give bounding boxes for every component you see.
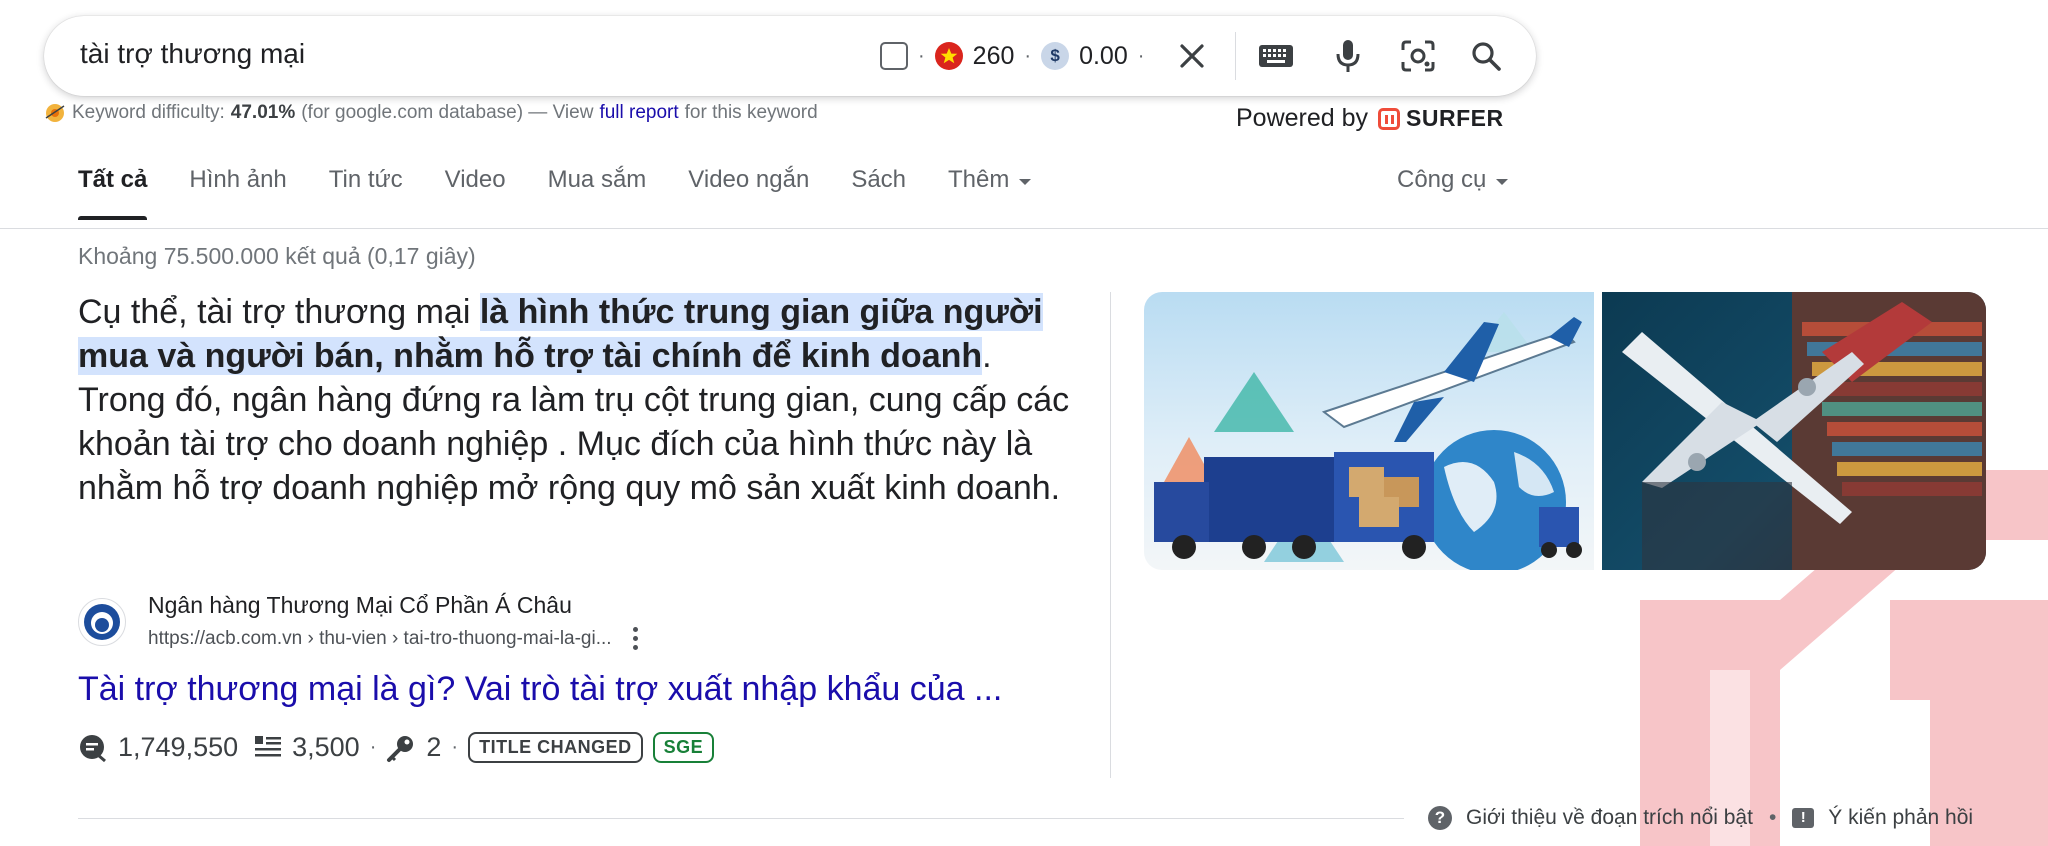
tab-label: Video <box>444 166 506 193</box>
search-tabs: Tất cả Hình ảnh Tin tức Video Mua sắm Vi… <box>78 166 1073 220</box>
powered-by-label: Powered by <box>1236 104 1369 132</box>
powered-by-surfer: Powered by SURFER <box>1236 104 1504 133</box>
tab-label: Video ngắn <box>688 166 810 193</box>
acb-favicon-icon <box>78 598 126 646</box>
kd-suffix: for this keyword <box>684 102 818 123</box>
surfer-logo[interactable]: SURFER <box>1378 105 1504 132</box>
kd-database: (for google.com database) — View <box>301 102 594 123</box>
tab-label: Tất cả <box>78 166 148 193</box>
vietnam-flag-icon <box>934 42 963 70</box>
kd-label: Keyword difficulty: <box>72 102 225 123</box>
source-url: https://acb.com.vn › thu-vien › tai-tro-… <box>148 627 612 649</box>
close-icon[interactable] <box>1170 34 1214 78</box>
more-options-icon[interactable] <box>632 627 640 650</box>
feedback-link[interactable]: Ý kiến phản hồi <box>1828 806 1973 830</box>
camera-lens-icon[interactable] <box>1396 34 1440 78</box>
traffic-icon <box>80 734 106 762</box>
keyword-metrics: · 260 · $ 0.00 · <box>880 34 1144 78</box>
bottom-divider <box>78 818 1404 819</box>
tab-news[interactable]: Tin tức <box>329 166 403 218</box>
tab-books[interactable]: Sách <box>851 166 906 218</box>
search-volume: 260 <box>972 41 1015 70</box>
caret-down-icon <box>1019 179 1032 185</box>
search-icon[interactable] <box>1464 34 1508 78</box>
tab-more[interactable]: Thêm <box>948 166 1032 218</box>
tab-images[interactable]: Hình ảnh <box>189 166 286 218</box>
result-metrics: 1,749,550 3,500 · 2 · TITLE CHANGED SGE <box>78 732 715 763</box>
source-name: Ngân hàng Thương Mại Cổ Phần Á Châu <box>148 592 572 618</box>
vertical-divider <box>1110 292 1111 778</box>
search-box[interactable]: tài trợ thương mại · 260 · $ 0.00 · <box>44 16 1536 96</box>
snippet-images <box>1144 292 1986 570</box>
tab-video[interactable]: Video <box>445 166 506 218</box>
surfer-difficulty-icon <box>45 104 65 122</box>
separator: · <box>918 44 925 67</box>
tab-label: Tin tức <box>328 166 403 193</box>
tab-label: Hình ảnh <box>189 166 287 193</box>
featured-snippet-text: Cụ thể, tài trợ thương mại là hình thức … <box>78 290 1078 510</box>
tab-short-videos[interactable]: Video ngắn <box>688 166 809 218</box>
traffic-value: 1,749,550 <box>118 732 239 762</box>
cargo-plane-truck-image[interactable] <box>1144 292 1594 570</box>
result-stats: Khoảng 75.500.000 kết quả (0,17 giây) <box>78 243 476 269</box>
tab-shopping[interactable]: Mua sắm <box>548 166 647 218</box>
separator: · <box>1024 44 1032 67</box>
tab-label: Thêm <box>948 166 1010 193</box>
keyword-difficulty-bar: Keyword difficulty: 47.01% (for google.c… <box>44 102 818 124</box>
title-changed-badge: TITLE CHANGED <box>468 732 643 763</box>
tab-label: Mua sắm <box>547 166 647 193</box>
dollar-icon: $ <box>1041 42 1070 70</box>
tools-menu[interactable]: Công cụ <box>1397 166 1509 194</box>
help-icon: ? <box>1428 806 1452 830</box>
kd-value: 47.01% <box>230 102 296 123</box>
keyboard-icon[interactable] <box>1254 34 1298 78</box>
search-input[interactable]: tài trợ thương mại <box>80 38 305 70</box>
key-icon <box>387 735 414 762</box>
word-count-value: 3,500 <box>292 732 360 762</box>
full-report-link[interactable]: full report <box>599 102 678 124</box>
cpc-value: 0.00 <box>1079 41 1128 70</box>
surfer-brand: SURFER <box>1406 105 1504 131</box>
snippet-before: Cụ thể, tài trợ thương mại <box>78 293 480 331</box>
surfer-logo-icon <box>1378 107 1401 130</box>
result-source[interactable]: Ngân hàng Thương Mại Cổ Phần Á Châu http… <box>78 592 640 650</box>
feedback-icon: ! <box>1792 808 1815 828</box>
separator: · <box>1137 44 1145 67</box>
airplane-containers-image[interactable] <box>1602 292 1986 570</box>
about-snippets-link[interactable]: Giới thiệu về đoạn trích nổi bật <box>1466 806 1753 830</box>
bullet-separator: • <box>1768 806 1777 829</box>
tools-label: Công cụ <box>1397 166 1487 193</box>
tab-all[interactable]: Tất cả <box>78 166 148 220</box>
separator: · <box>451 736 459 758</box>
word-count-icon <box>255 735 282 756</box>
keyword-checkbox[interactable] <box>880 42 908 70</box>
snippet-footer: ? Giới thiệu về đoạn trích nổi bật • ! Ý… <box>1428 806 1973 830</box>
sge-badge: SGE <box>652 732 715 763</box>
tabs-divider <box>0 228 2048 229</box>
result-title-link[interactable]: Tài trợ thương mại là gì? Vai trò tài tr… <box>78 670 1002 709</box>
divider <box>1235 32 1236 80</box>
microphone-icon[interactable] <box>1326 34 1370 78</box>
caret-down-icon <box>1496 179 1509 185</box>
tab-label: Sách <box>851 166 907 193</box>
keywords-value: 2 <box>426 732 442 762</box>
separator: · <box>369 736 377 758</box>
